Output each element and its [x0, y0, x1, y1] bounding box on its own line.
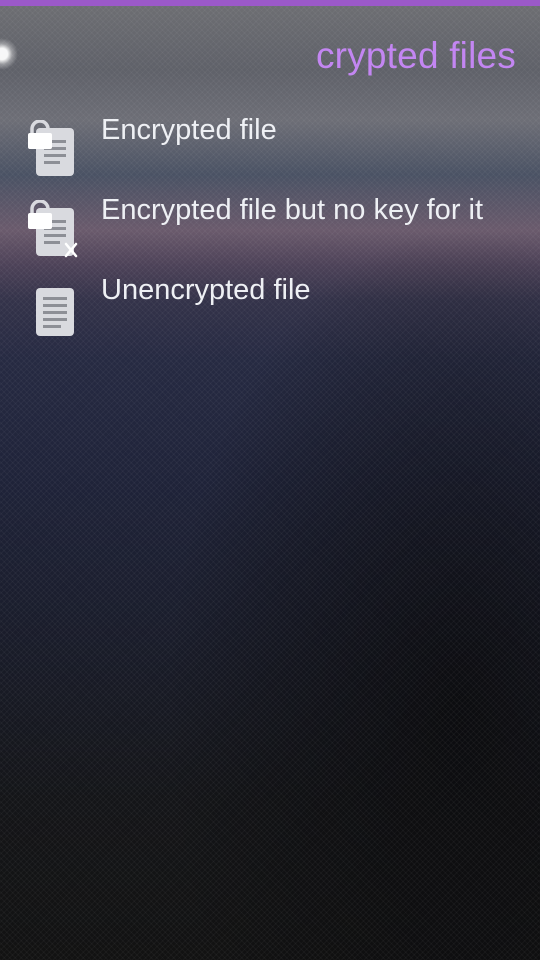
top-accent-bar: [0, 0, 540, 6]
list-item-encrypted-file-no-key[interactable]: Encrypted file but no key for it: [0, 180, 540, 260]
file-label: Encrypted file: [101, 114, 277, 146]
pulley-menu-indicator[interactable]: [0, 38, 18, 70]
file-label: Encrypted file but no key for it: [101, 194, 484, 226]
list-item-unencrypted-file[interactable]: Unencrypted file: [0, 260, 540, 340]
encrypted-file-no-key-icon: [24, 200, 84, 260]
unencrypted-file-icon: [24, 280, 84, 340]
page-title: crypted files: [315, 35, 516, 76]
list-item-encrypted-file[interactable]: Encrypted file: [0, 100, 540, 180]
encrypted-file-icon: [24, 120, 84, 180]
file-label: Unencrypted file: [101, 274, 311, 306]
